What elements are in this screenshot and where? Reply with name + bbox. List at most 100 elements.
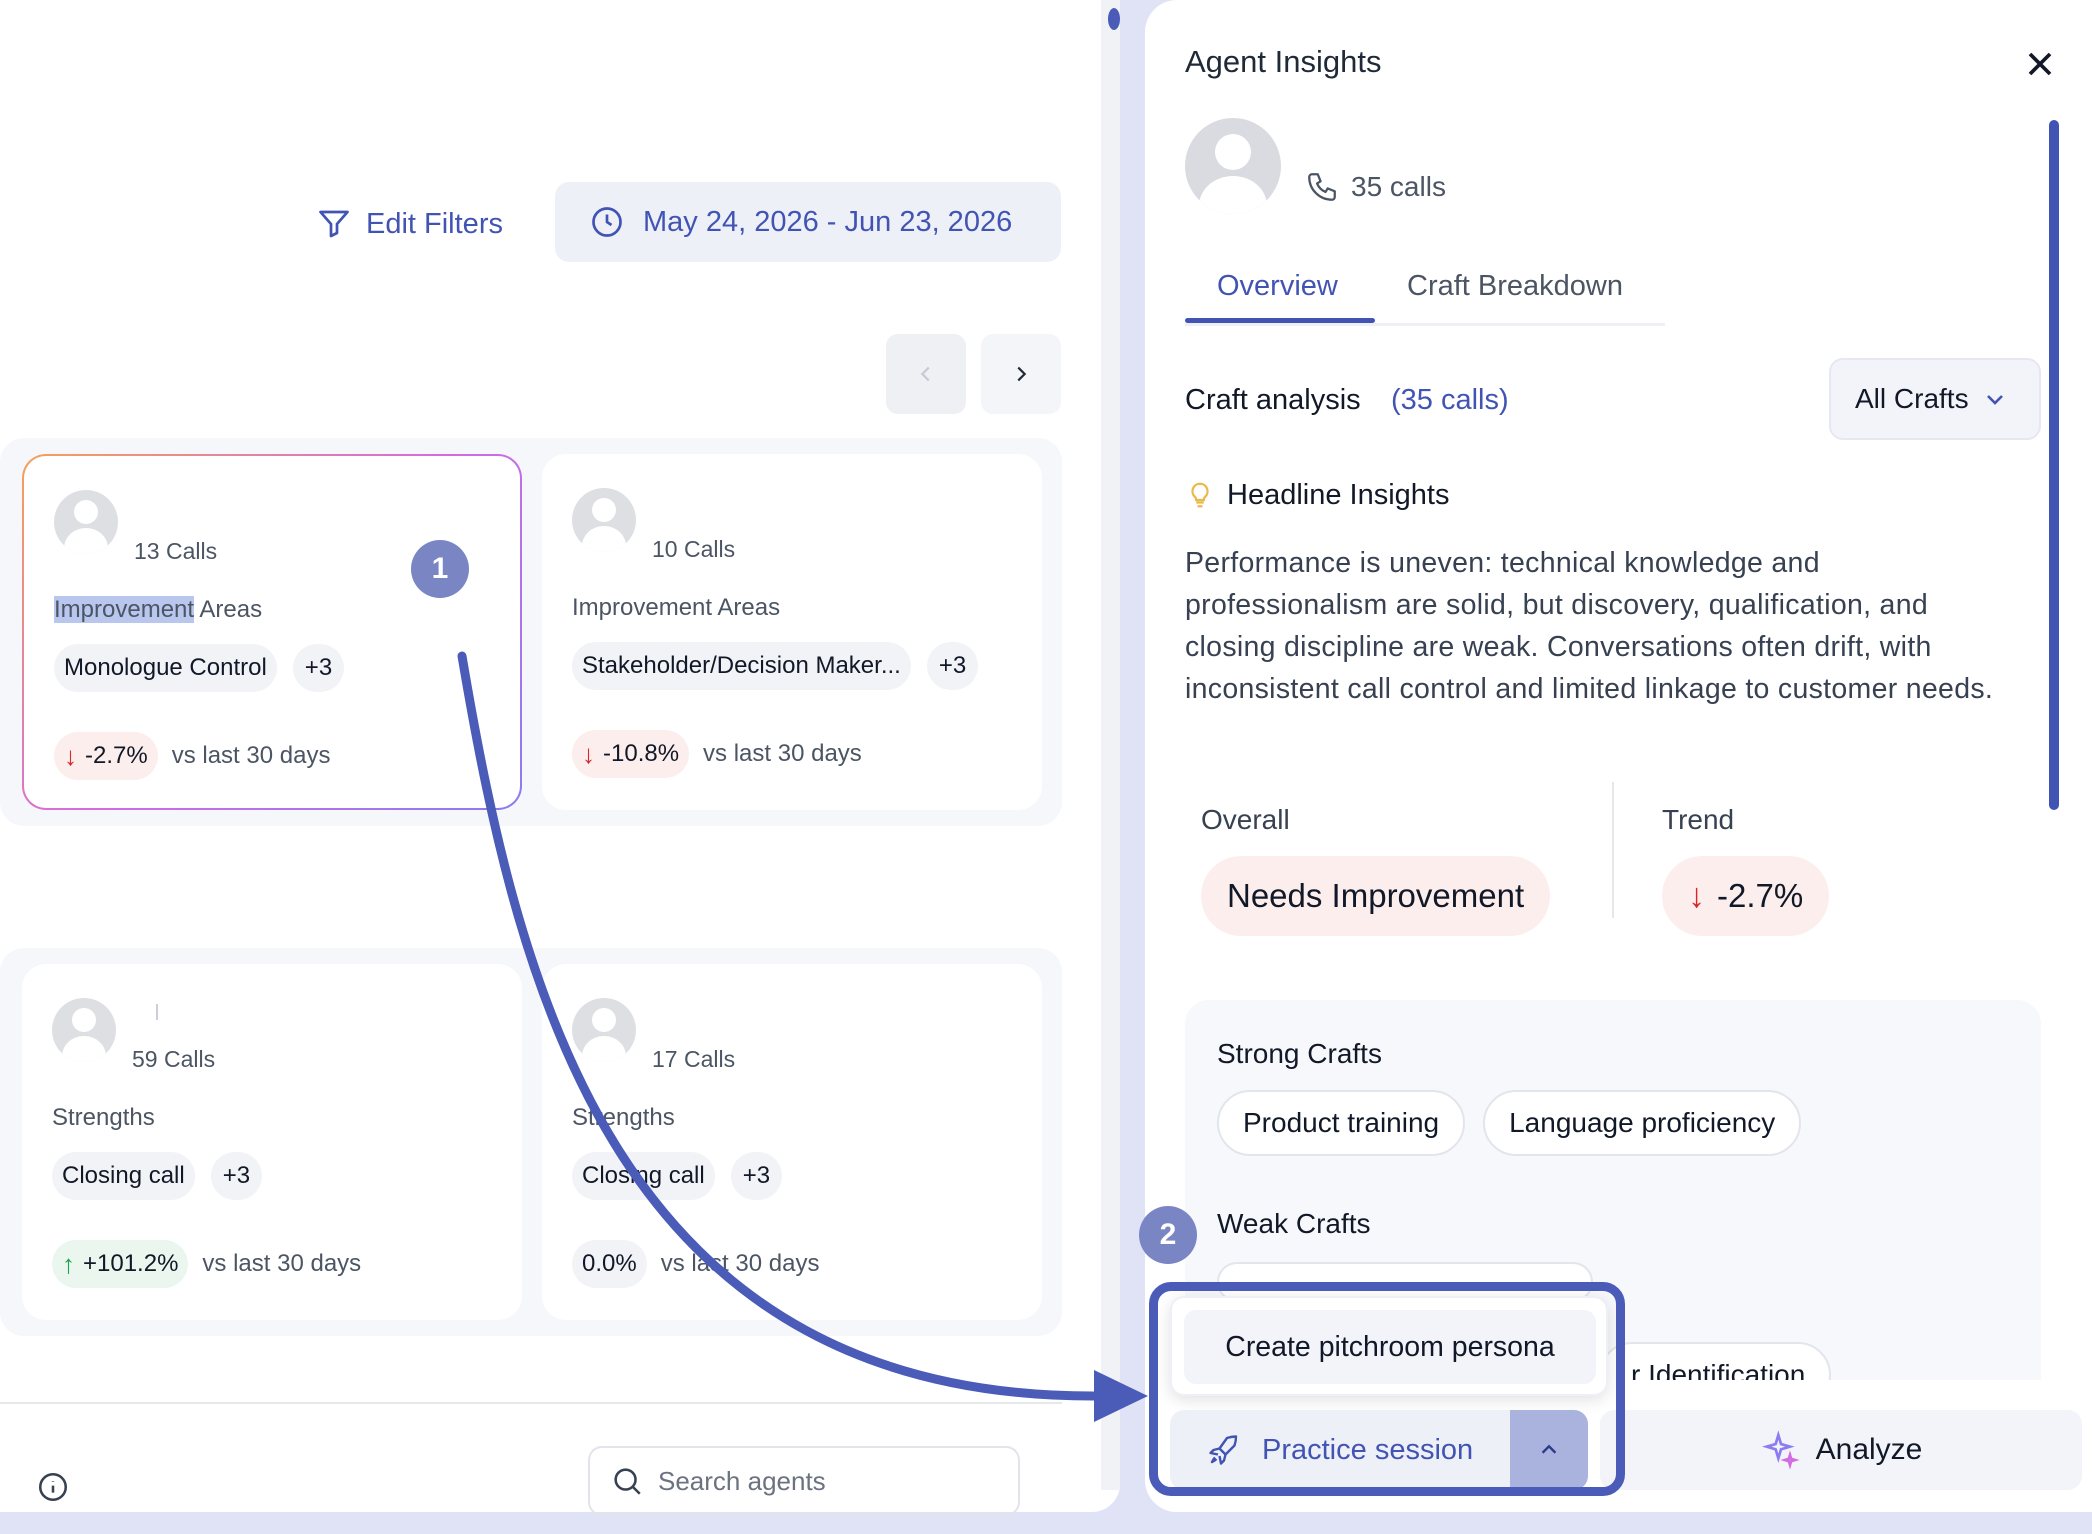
trend-comparison: vs last 30 days bbox=[703, 740, 862, 767]
search-icon bbox=[614, 1468, 641, 1495]
chip-row: Stakeholder/Decision Maker... +3 bbox=[572, 642, 979, 690]
phone-icon bbox=[1308, 173, 1336, 201]
tab-craft-breakdown[interactable]: Craft Breakdown bbox=[1407, 270, 1623, 303]
chip-row: Closing call +3 bbox=[572, 1152, 783, 1200]
trend-comparison: vs last 30 days bbox=[660, 1250, 820, 1277]
filter-icon bbox=[319, 210, 349, 238]
overall-status-badge: Needs Improvement bbox=[1201, 856, 1551, 936]
trend-value: +101.2% bbox=[83, 1250, 179, 1277]
trend-value: -2.7% bbox=[1717, 877, 1804, 914]
search-input[interactable]: Search agents bbox=[588, 1446, 1020, 1516]
strong-craft-chip: Product training bbox=[1217, 1090, 1466, 1156]
trend-badge: ↓ -10.8% bbox=[572, 730, 690, 778]
craft-analysis-calls: (35 calls) bbox=[1391, 384, 1509, 416]
search-placeholder: Search agents bbox=[658, 1465, 826, 1496]
filters-row: Edit Filters May 24, 2026 - Jun 23, 2026 bbox=[0, 182, 1100, 262]
trend-comparison: vs last 30 days bbox=[171, 742, 331, 769]
avatar bbox=[572, 488, 636, 552]
pager-next-button[interactable] bbox=[981, 334, 1061, 414]
arrow-down-icon: ↓ bbox=[64, 740, 77, 771]
crafts-select-value: All Crafts bbox=[1855, 383, 1969, 414]
agent-card[interactable]: 17 Calls Strengths Closing call +3 0.0% … bbox=[542, 964, 1042, 1320]
step-badge-1: 1 bbox=[411, 540, 469, 598]
card-name-fragment bbox=[156, 1004, 158, 1020]
headline-insights-text: Performance is uneven: technical knowled… bbox=[1185, 547, 1994, 705]
card-section-title: Strengths bbox=[572, 1104, 675, 1131]
card-section-title: Improvement Areas bbox=[54, 596, 262, 624]
card-section-rest: Areas bbox=[194, 596, 263, 623]
trend-badge: ↓ -2.7% bbox=[54, 732, 158, 780]
date-range-picker[interactable]: May 24, 2026 - Jun 23, 2026 bbox=[555, 182, 1061, 262]
right-scrollbar-thumb[interactable] bbox=[2049, 120, 2059, 810]
strong-crafts-list: Product training Language proficiency bbox=[1217, 1090, 1802, 1156]
tab-overview[interactable]: Overview bbox=[1217, 270, 1338, 303]
trend-row: ↓ -2.7% vs last 30 days bbox=[54, 732, 330, 780]
panel-title: Agent Insights bbox=[1185, 44, 1382, 79]
trend-value: -10.8% bbox=[603, 740, 680, 767]
crafts-select[interactable]: All Crafts bbox=[1829, 358, 2041, 440]
chevron-right-icon bbox=[1017, 366, 1027, 382]
overall-label: Overall bbox=[1201, 804, 1290, 835]
active-tab-indicator bbox=[1185, 318, 1375, 323]
trend-value: -2.7% bbox=[85, 742, 148, 769]
card-calls-count: 17 Calls bbox=[652, 1046, 736, 1072]
sparkles-icon bbox=[1761, 1430, 1800, 1470]
arrow-up-icon: ↑ bbox=[62, 1248, 75, 1279]
close-icon[interactable] bbox=[2020, 44, 2060, 84]
divider bbox=[1612, 782, 1614, 918]
trend-row: 0.0% vs last 30 days bbox=[572, 1240, 819, 1288]
agent-card[interactable]: 13 Calls Improvement Areas Monologue Con… bbox=[22, 454, 522, 810]
arrow-down-icon: ↓ bbox=[582, 738, 595, 769]
clock-icon bbox=[592, 207, 622, 237]
left-scrollbar[interactable] bbox=[1101, 0, 1120, 1490]
craft-chip: Stakeholder/Decision Maker... bbox=[572, 642, 911, 690]
more-chip[interactable]: +3 bbox=[210, 1152, 263, 1200]
trend-badge: 0.0% bbox=[572, 1240, 647, 1288]
trend-row: ↑ +101.2% vs last 30 days bbox=[52, 1240, 361, 1288]
analyze-label: Analyze bbox=[1815, 1433, 1923, 1466]
date-range-label: May 24, 2026 - Jun 23, 2026 bbox=[643, 205, 1013, 238]
craft-chip: Monologue Control bbox=[54, 644, 277, 692]
more-chip[interactable]: +3 bbox=[730, 1152, 783, 1200]
more-chip[interactable]: +3 bbox=[292, 644, 345, 692]
agent-card[interactable]: 10 Calls Improvement Areas Stakeholder/D… bbox=[542, 454, 1042, 810]
chip-row: Closing call +3 bbox=[52, 1152, 263, 1200]
edit-filters-button[interactable]: Edit Filters bbox=[316, 202, 503, 246]
avatar bbox=[572, 998, 636, 1062]
craft-chip: Closing call bbox=[52, 1152, 195, 1200]
info-icon[interactable] bbox=[36, 1470, 70, 1504]
edit-filters-label: Edit Filters bbox=[366, 207, 503, 240]
card-section-title: Improvement Areas bbox=[572, 594, 781, 621]
card-calls-count: 10 Calls bbox=[652, 536, 736, 562]
weak-crafts-title: Weak Crafts bbox=[1217, 1208, 1371, 1239]
trend-comparison: vs last 30 days bbox=[202, 1250, 362, 1277]
agent-cards-row-1: 13 Calls Improvement Areas Monologue Con… bbox=[0, 438, 1062, 826]
panel-resize-handle[interactable] bbox=[1108, 8, 1120, 30]
calls-label: 35 calls bbox=[1351, 171, 1446, 202]
trend-row: ↓ -10.8% vs last 30 days bbox=[572, 730, 862, 778]
trend-label: Trend bbox=[1662, 804, 1735, 835]
pager-prev-button[interactable] bbox=[886, 334, 966, 414]
trend-badge: ↑ +101.2% bbox=[52, 1240, 189, 1288]
trend-value: 0.0% bbox=[582, 1250, 637, 1277]
step-badge-2: 2 bbox=[1139, 1206, 1197, 1264]
craft-chip: Closing call bbox=[572, 1152, 715, 1200]
card-calls-count: 59 Calls bbox=[132, 1046, 216, 1072]
headline-insights-header: Headline Insights bbox=[1185, 478, 1449, 512]
chip-row: Monologue Control +3 bbox=[54, 644, 345, 692]
chevron-left-icon bbox=[920, 366, 930, 382]
more-chip[interactable]: +3 bbox=[926, 642, 979, 690]
agent-cards-row-2: 59 Calls Strengths Closing call +3 ↑ +101… bbox=[0, 948, 1062, 1336]
avatar bbox=[52, 998, 116, 1062]
card-section-title: Strengths bbox=[52, 1104, 155, 1131]
craft-analysis-label: Craft analysis bbox=[1185, 384, 1361, 416]
agents-list-panel: Edit Filters May 24, 2026 - Jun 23, 2026… bbox=[0, 0, 1120, 1516]
lightbulb-icon bbox=[1191, 482, 1209, 508]
trend-badge: ↓ -2.7% bbox=[1662, 856, 1830, 936]
strong-crafts-title: Strong Crafts bbox=[1217, 1038, 1382, 1069]
strong-craft-chip: Language proficiency bbox=[1483, 1090, 1802, 1156]
calls-count: 35 calls bbox=[1305, 170, 1446, 204]
agent-card[interactable]: 59 Calls Strengths Closing call +3 ↑ +101… bbox=[22, 964, 522, 1320]
annotation-highlight-frame bbox=[1149, 1282, 1625, 1496]
analyze-button[interactable]: Analyze bbox=[1600, 1410, 2082, 1490]
